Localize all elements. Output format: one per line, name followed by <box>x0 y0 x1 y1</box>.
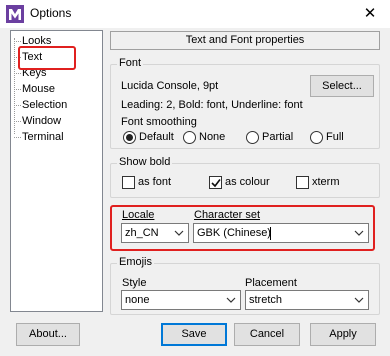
bold-as-colour-label: as colour <box>225 176 270 188</box>
close-icon: ✕ <box>363 5 377 22</box>
save-label: Save <box>181 328 207 340</box>
bold-xterm-label: xterm <box>312 176 340 188</box>
tree-item-window[interactable]: Window <box>22 113 61 129</box>
tree-connector <box>14 81 22 97</box>
about-button[interactable]: About... <box>16 323 80 346</box>
locale-value: zh_CN <box>125 227 159 239</box>
chevron-down-icon <box>354 297 364 303</box>
save-button[interactable]: Save <box>161 323 227 346</box>
apply-label: Apply <box>329 328 357 340</box>
checkmark-icon <box>211 179 221 188</box>
tree-item-terminal[interactable]: Terminal <box>22 129 64 145</box>
tree-item-mouse[interactable]: Mouse <box>22 81 55 97</box>
bold-as-colour-checkbox[interactable] <box>209 176 222 189</box>
apply-button[interactable]: Apply <box>310 323 376 346</box>
emoji-placement-value: stretch <box>249 294 283 306</box>
smoothing-label: Font smoothing <box>121 116 197 128</box>
locale-select[interactable]: zh_CN <box>121 223 189 243</box>
window-title: Options <box>30 6 72 20</box>
bold-xterm-checkbox[interactable] <box>296 176 309 189</box>
emoji-placement-label: Placement <box>245 277 297 289</box>
current-font: Lucida Console, 9pt <box>121 80 219 92</box>
highlight-text-item <box>18 46 76 70</box>
smoothing-partial-radio[interactable] <box>246 131 259 144</box>
cancel-button[interactable]: Cancel <box>234 323 300 346</box>
emoji-style-label: Style <box>122 277 147 289</box>
emoji-style-select[interactable]: none <box>121 290 241 310</box>
chevron-down-icon <box>174 230 184 236</box>
font-legend: Font <box>117 57 144 69</box>
emojis-legend: Emojis <box>117 256 155 268</box>
charset-select[interactable]: GBK (Chinese) <box>193 223 369 243</box>
show-bold-legend: Show bold <box>117 156 173 168</box>
smoothing-full-radio[interactable] <box>310 131 323 144</box>
tree-connector <box>14 97 22 113</box>
chevron-down-icon <box>226 297 236 303</box>
about-label: About... <box>29 328 67 340</box>
smoothing-none-radio[interactable] <box>183 131 196 144</box>
select-font-button[interactable]: Select... <box>310 75 374 97</box>
app-icon <box>6 5 24 23</box>
emoji-style-value: none <box>125 294 150 306</box>
text-caret <box>270 227 271 240</box>
smoothing-full-label: Full <box>326 131 344 143</box>
emoji-placement-select[interactable]: stretch <box>245 290 369 310</box>
locale-label: Locale <box>122 209 155 221</box>
font-details: Leading: 2, Bold: font, Underline: font <box>121 99 303 111</box>
tree-item-selection[interactable]: Selection <box>22 97 67 113</box>
charset-value: GBK (Chinese) <box>197 227 271 239</box>
cancel-label: Cancel <box>249 328 285 340</box>
smoothing-partial-label: Partial <box>262 131 294 143</box>
close-button[interactable]: ✕ <box>358 3 382 25</box>
smoothing-default-radio[interactable] <box>123 131 136 144</box>
title-bar: Options ✕ <box>0 0 390 28</box>
smoothing-none-label: None <box>199 131 226 143</box>
bold-as-font-checkbox[interactable] <box>122 176 135 189</box>
tree-connector <box>14 129 22 145</box>
charset-label: Character set <box>194 209 261 221</box>
smoothing-default-label: Default <box>139 131 174 143</box>
bold-as-font-label: as font <box>138 176 172 188</box>
tree-connector <box>14 113 22 129</box>
select-font-label: Select... <box>322 80 362 92</box>
panel-header: Text and Font properties <box>110 31 380 50</box>
chevron-down-icon <box>354 230 364 236</box>
panel-header-label: Text and Font properties <box>185 34 305 46</box>
